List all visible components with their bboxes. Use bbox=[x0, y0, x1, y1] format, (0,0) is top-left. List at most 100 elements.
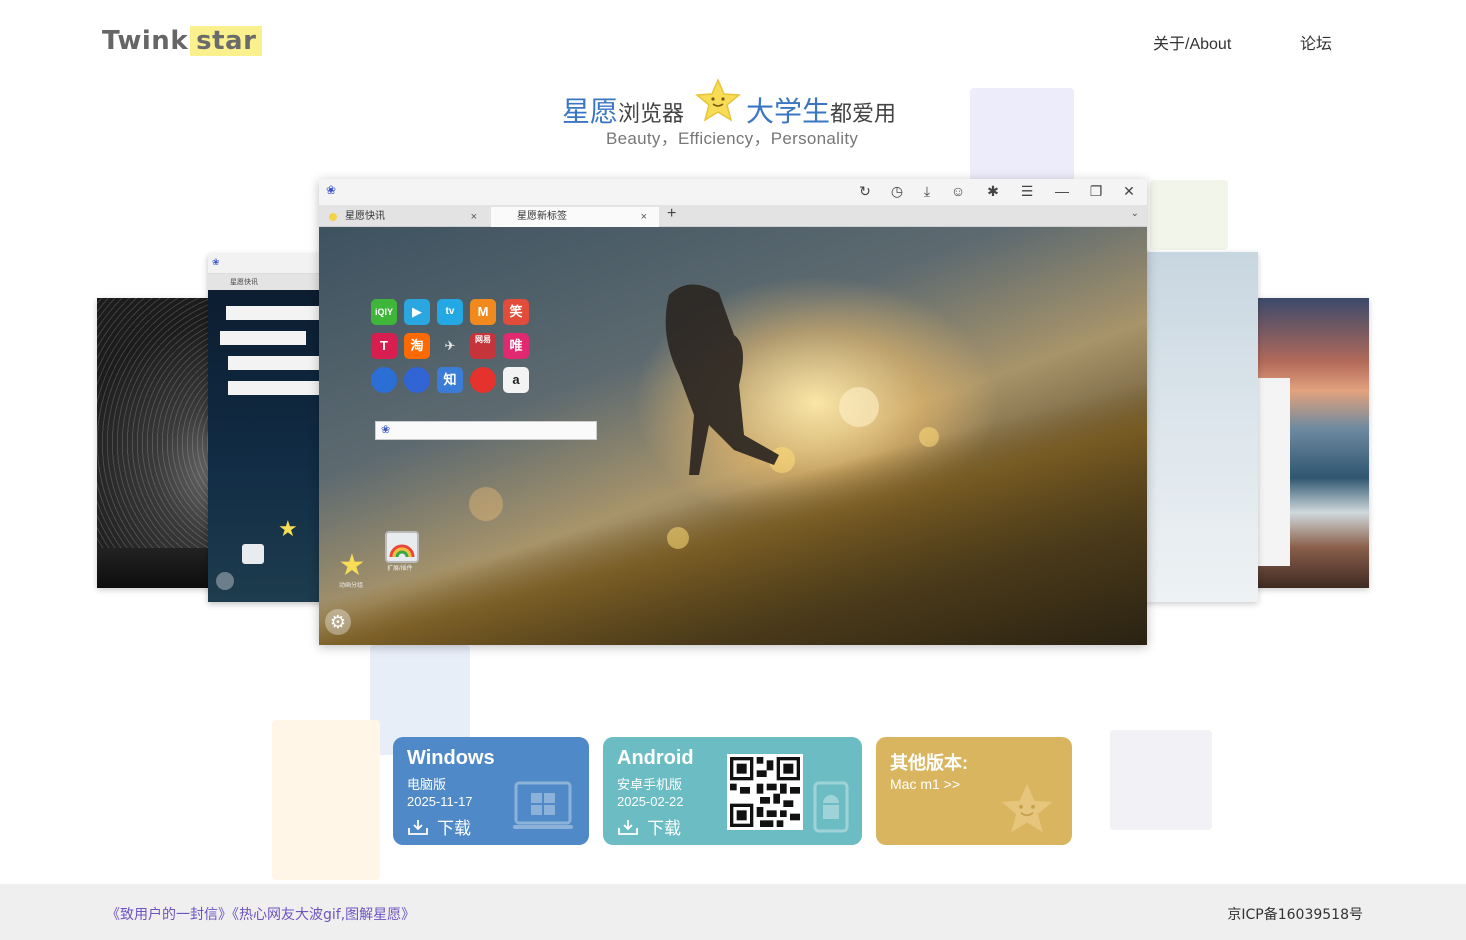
download-button[interactable]: 下载 bbox=[407, 814, 471, 839]
history-icon: ◷ bbox=[890, 183, 904, 199]
qr-code-pattern bbox=[730, 757, 800, 827]
minimize-icon: — bbox=[1055, 183, 1069, 199]
paw-icon: ❀ bbox=[212, 257, 220, 267]
decor-square bbox=[1110, 730, 1212, 830]
tab-close-icon: × bbox=[470, 211, 477, 223]
mango-app-icon: M bbox=[470, 299, 496, 325]
store-widget-icon bbox=[385, 531, 419, 563]
paw-logo-icon: ❀ bbox=[325, 183, 337, 197]
wallpaper-bokeh bbox=[469, 487, 503, 521]
preview-dark-tab: 星愿快讯 bbox=[230, 279, 258, 286]
browser-preview: ❀ ↻ ◷ ⤓ ☺ ✱ ☰ — ❐ ✕ 星愿快讯 × 星愿新标签 × + ⌄ i… bbox=[319, 179, 1147, 645]
baidu-app-icon bbox=[404, 367, 430, 393]
bilibili-app-icon: tv bbox=[437, 299, 463, 325]
preview-dark-tabbar: 星愿快讯 bbox=[208, 274, 328, 290]
icp-license: 京ICP备16039518号 bbox=[1227, 907, 1363, 923]
star-widget-icon: ★ bbox=[278, 516, 298, 541]
taobao-app-icon: 淘 bbox=[404, 333, 430, 359]
preview-dark-field bbox=[228, 381, 328, 395]
windows-laptop-icon bbox=[513, 781, 573, 829]
preview-dark-field bbox=[226, 306, 328, 320]
browser-titlebar: ❀ ↻ ◷ ⤓ ☺ ✱ ☰ — ❐ ✕ bbox=[319, 179, 1147, 205]
card-title: Windows bbox=[407, 747, 495, 769]
widget-label: 扩展/插件 bbox=[387, 566, 413, 572]
footer: 《致用户的一封信》《热心网友大波gif,图解星愿》 京ICP备16039518号 bbox=[0, 884, 1466, 940]
tab-news-label: 星愿快讯 bbox=[345, 211, 385, 222]
newtab-wallpaper: iQIY ▶ tv M 笑 T 淘 ✈ 网易 唯 知 a ❀ ★ 动画分组 扩展… bbox=[319, 227, 1147, 645]
wallpaper-bokeh bbox=[919, 427, 939, 447]
menu-icon: ☰ bbox=[1020, 183, 1034, 199]
close-icon: ✕ bbox=[1123, 183, 1135, 199]
android-qr-code bbox=[727, 754, 803, 830]
wallpaper-couple bbox=[665, 284, 779, 475]
tab-newtab: 星愿新标签 × bbox=[491, 207, 659, 227]
download-card-windows[interactable]: Windows 电脑版 2025-11-17 下载 bbox=[393, 737, 589, 845]
amazon-app-icon: a bbox=[503, 367, 529, 393]
logo[interactable]: Twink star bbox=[102, 24, 263, 58]
download-icon bbox=[618, 819, 638, 835]
tab-news: 星愿快讯 × bbox=[319, 207, 489, 227]
footer-links[interactable]: 《致用户的一封信》《热心网友大波gif,图解星愿》 bbox=[106, 904, 415, 924]
browser-app-icon bbox=[371, 367, 397, 393]
iqiyi-app-icon: iQIY bbox=[371, 299, 397, 325]
newtab-search-box: ❀ bbox=[375, 421, 597, 440]
hero-subtitle: Beauty，Efficiency，Personality bbox=[606, 129, 859, 148]
logo-text-star: star bbox=[190, 26, 263, 56]
tab-favicon-icon bbox=[329, 213, 337, 221]
new-tab-icon: + bbox=[667, 205, 677, 222]
rainbow-icon bbox=[389, 544, 415, 558]
joke-app-icon: 笑 bbox=[503, 299, 529, 325]
download-button[interactable]: 下载 bbox=[617, 814, 681, 839]
chevron-down-icon: ⌄ bbox=[1130, 208, 1139, 219]
preview-dark-titlebar: ❀ bbox=[208, 254, 328, 274]
card-version: 安卓手机版 bbox=[617, 777, 683, 792]
download-icon: ⤓ bbox=[923, 183, 931, 199]
wallpaper-bokeh bbox=[839, 387, 879, 427]
card-date: 2025-02-22 bbox=[617, 794, 684, 809]
download-label: 下载 bbox=[437, 819, 471, 838]
decor-square bbox=[1150, 180, 1228, 250]
widget-label: 动画分组 bbox=[339, 583, 364, 589]
tmall-app-icon: T bbox=[371, 333, 397, 359]
weibo-app-icon bbox=[470, 367, 496, 393]
preview-startrail-skin bbox=[97, 298, 219, 588]
settings-gear-icon bbox=[216, 572, 234, 590]
download-label: 下载 bbox=[647, 819, 681, 838]
star-mascot-icon bbox=[1001, 783, 1053, 833]
wallpaper-bokeh bbox=[667, 527, 689, 549]
paw-search-icon: ❀ bbox=[381, 424, 391, 436]
smiling-star-icon bbox=[695, 78, 741, 122]
refresh-icon: ↻ bbox=[859, 183, 871, 199]
card-title: Android bbox=[617, 747, 694, 769]
android-phone-icon bbox=[813, 781, 849, 833]
zhihu-app-icon: 知 bbox=[437, 367, 463, 393]
card-date: 2025-11-17 bbox=[407, 794, 473, 809]
card-title: 其他版本: bbox=[890, 753, 968, 773]
account-icon: ☺ bbox=[950, 183, 966, 199]
card-version: 电脑版 bbox=[407, 777, 447, 792]
download-card-android[interactable]: Android 安卓手机版 2025-02-22 下载 bbox=[603, 737, 862, 845]
hero-title: 星愿浏览器 大学生都爱用 Beauty，Efficiency，Personali… bbox=[560, 78, 910, 148]
mac-version-link[interactable]: Mac m1 >> bbox=[890, 776, 960, 792]
video-app-icon: ▶ bbox=[404, 299, 430, 325]
download-card-other[interactable]: 其他版本: Mac m1 >> bbox=[876, 737, 1072, 845]
extension-icon: ✱ bbox=[987, 183, 999, 199]
nav-about-link[interactable]: 关于/About bbox=[1153, 30, 1231, 54]
browser-tabbar: 星愿快讯 × 星愿新标签 × + ⌄ bbox=[319, 205, 1147, 227]
preview-sea-skin bbox=[1250, 298, 1369, 588]
store-widget-icon bbox=[242, 544, 264, 564]
restore-icon: ❐ bbox=[1089, 183, 1103, 199]
tab-close-icon: × bbox=[640, 211, 647, 223]
settings-gear-icon: ⚙ bbox=[325, 609, 351, 635]
nav-forum-link[interactable]: 论坛 bbox=[1300, 30, 1332, 54]
decor-square bbox=[272, 720, 380, 880]
tab-newtab-label: 星愿新标签 bbox=[517, 211, 567, 222]
download-icon bbox=[408, 819, 428, 835]
preview-dark-field bbox=[220, 331, 306, 345]
vip-app-icon: 唯 bbox=[503, 333, 529, 359]
preview-dark-skin: ❀ 星愿快讯 ★ bbox=[208, 254, 328, 602]
netease-app-icon: 网易 bbox=[470, 333, 496, 359]
preview-dark-field bbox=[228, 356, 328, 370]
travel-app-icon: ✈ bbox=[444, 338, 456, 353]
logo-text-twink: Twink bbox=[102, 26, 189, 56]
